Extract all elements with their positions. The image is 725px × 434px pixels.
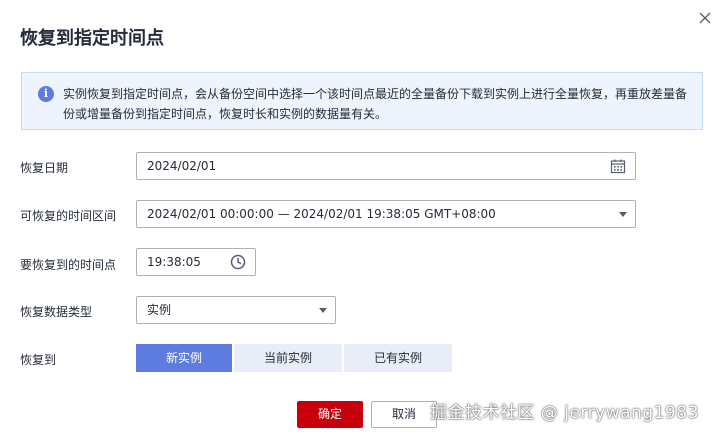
- chevron-down-icon[interactable]: [619, 212, 627, 217]
- info-banner: i 实例恢复到指定时间点，会从备份空间中选择一个该时间点最近的全量备份下载到实例…: [21, 72, 703, 130]
- close-icon[interactable]: [697, 10, 713, 26]
- info-text: 实例恢复到指定时间点，会从备份空间中选择一个该时间点最近的全量备份下载到实例上进…: [63, 87, 688, 121]
- restore-to-new-instance[interactable]: 新实例: [136, 344, 232, 372]
- time-label: 要恢复到的时间点: [20, 258, 117, 272]
- data-type-value: 实例: [147, 303, 172, 317]
- range-label: 可恢复的时间区间: [20, 209, 117, 223]
- restore-date-picker[interactable]: 2024/02/01: [136, 152, 636, 180]
- chevron-down-icon[interactable]: [319, 308, 327, 313]
- confirm-button[interactable]: 确定: [297, 401, 363, 428]
- time-value: 19:38:05: [147, 255, 201, 269]
- range-value: 2024/02/01 00:00:00 — 2024/02/01 19:38:0…: [147, 207, 496, 221]
- clock-icon[interactable]: [230, 254, 246, 270]
- info-icon: i: [38, 86, 54, 102]
- data-type-select[interactable]: 实例: [136, 296, 336, 324]
- restore-date-value: 2024/02/01: [147, 159, 217, 173]
- restore-to-label: 恢复到: [20, 353, 57, 367]
- dialog-title: 恢复到指定时间点: [20, 28, 164, 49]
- time-picker[interactable]: 19:38:05: [136, 248, 256, 276]
- calendar-icon[interactable]: [610, 158, 626, 174]
- cancel-button[interactable]: 取消: [371, 401, 437, 428]
- restore-to-existing-instance[interactable]: 已有实例: [344, 344, 452, 372]
- watermark: 掘金技术社区 @ jerrywang1983: [430, 403, 699, 423]
- restore-to-current-instance[interactable]: 当前实例: [234, 344, 342, 372]
- data-type-label: 恢复数据类型: [20, 305, 93, 319]
- restore-date-label: 恢复日期: [20, 161, 69, 175]
- range-select[interactable]: 2024/02/01 00:00:00 — 2024/02/01 19:38:0…: [136, 200, 636, 228]
